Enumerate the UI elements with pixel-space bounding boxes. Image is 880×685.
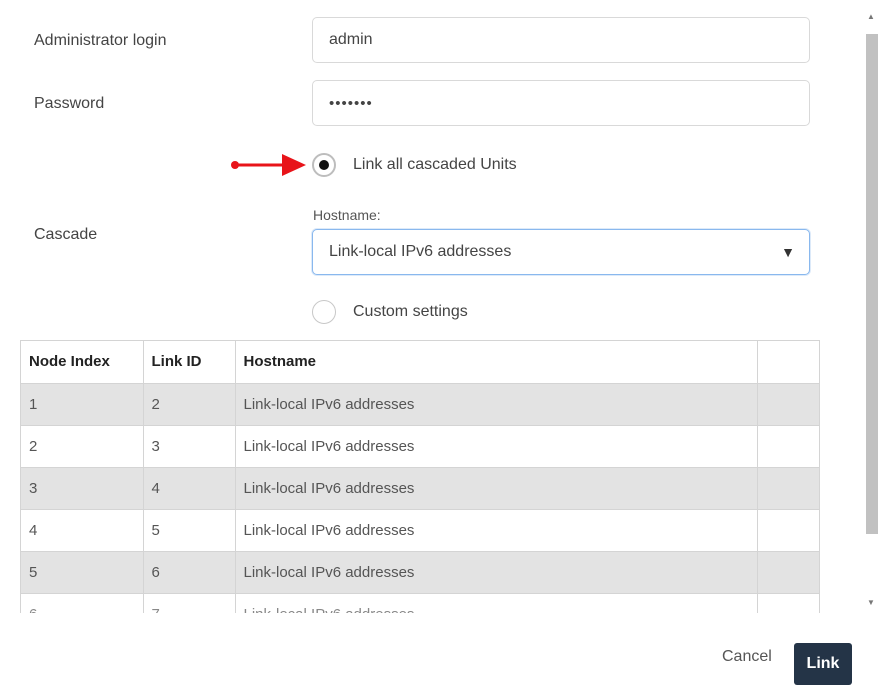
radio-custom-settings-button[interactable] [312, 300, 336, 324]
chevron-down-icon: ▼ [781, 244, 795, 260]
scroll-up-icon[interactable]: ▲ [864, 10, 878, 24]
radio-custom-settings-label: Custom settings [353, 303, 468, 320]
cell-hostname: Link-local IPv6 addresses [235, 425, 758, 468]
cell-hostname: Link-local IPv6 addresses [235, 383, 758, 426]
scroll-down-icon[interactable]: ▼ [864, 596, 878, 610]
cell-node-index: 3 [21, 467, 144, 510]
cell-hostname: Link-local IPv6 addresses [235, 509, 758, 552]
table-row[interactable]: 1 2 Link-local IPv6 addresses [21, 383, 819, 426]
cell-hostname: Link-local IPv6 addresses [235, 467, 758, 510]
link-button[interactable]: Link [794, 643, 852, 685]
cell-link-id: 5 [143, 509, 236, 552]
cell-node-index: 1 [21, 383, 144, 426]
hostname-selected-value: Link-local IPv6 addresses [329, 243, 512, 260]
header-node-index: Node Index [21, 341, 144, 384]
cascade-label: Cascade [34, 226, 98, 243]
header-link-id: Link ID [143, 341, 236, 384]
cell-node-index: 4 [21, 509, 144, 552]
red-arrow-annotation [231, 154, 306, 176]
table-row[interactable]: 2 3 Link-local IPv6 addresses [21, 425, 819, 468]
admin-login-value: admin [329, 31, 373, 48]
scroll-thumb[interactable] [866, 34, 878, 534]
cell-link-id: 6 [143, 551, 236, 594]
cell-hostname: Link-local IPv6 addresses [235, 551, 758, 594]
cell-node-index: 5 [21, 551, 144, 594]
table-header-row: Node Index Link ID Hostname [21, 341, 819, 384]
radio-link-all-button[interactable] [312, 153, 336, 177]
table-row[interactable]: 4 5 Link-local IPv6 addresses [21, 509, 819, 552]
table-row[interactable]: 5 6 Link-local IPv6 addresses [21, 551, 819, 594]
cell-empty [757, 593, 819, 613]
cell-node-index: 2 [21, 425, 144, 468]
header-hostname: Hostname [235, 341, 758, 384]
admin-login-label: Administrator login [34, 32, 167, 49]
cancel-button[interactable]: Cancel [722, 648, 772, 666]
password-value: ••••••• [329, 94, 373, 112]
header-empty [757, 341, 819, 384]
cell-empty [757, 551, 819, 594]
cell-empty [757, 383, 819, 426]
table-row[interactable]: 6 7 Link-local IPv6 addresses [21, 593, 819, 613]
nodes-table-container: Node Index Link ID Hostname 1 2 Link-loc… [20, 340, 820, 613]
cell-hostname: Link-local IPv6 addresses [235, 593, 758, 613]
cell-empty [757, 509, 819, 552]
cell-link-id: 7 [143, 593, 236, 613]
admin-login-input[interactable]: admin [312, 17, 810, 63]
cell-link-id: 3 [143, 425, 236, 468]
cell-empty [757, 467, 819, 510]
radio-link-all-label: Link all cascaded Units [353, 156, 517, 173]
cell-link-id: 4 [143, 467, 236, 510]
cell-link-id: 2 [143, 383, 236, 426]
password-input[interactable]: ••••••• [312, 80, 810, 126]
hostname-select[interactable]: Link-local IPv6 addresses ▼ [312, 229, 810, 275]
password-label: Password [34, 95, 105, 112]
radio-link-all-option[interactable]: Link all cascaded Units [312, 153, 517, 177]
cell-node-index: 6 [21, 593, 144, 613]
cell-empty [757, 425, 819, 468]
table-row[interactable]: 3 4 Link-local IPv6 addresses [21, 467, 819, 510]
nodes-table: Node Index Link ID Hostname 1 2 Link-loc… [21, 341, 819, 613]
radio-custom-settings-option[interactable]: Custom settings [312, 300, 468, 324]
vertical-scrollbar[interactable]: ▲ ▼ [864, 10, 878, 610]
hostname-label: Hostname: [313, 207, 381, 223]
